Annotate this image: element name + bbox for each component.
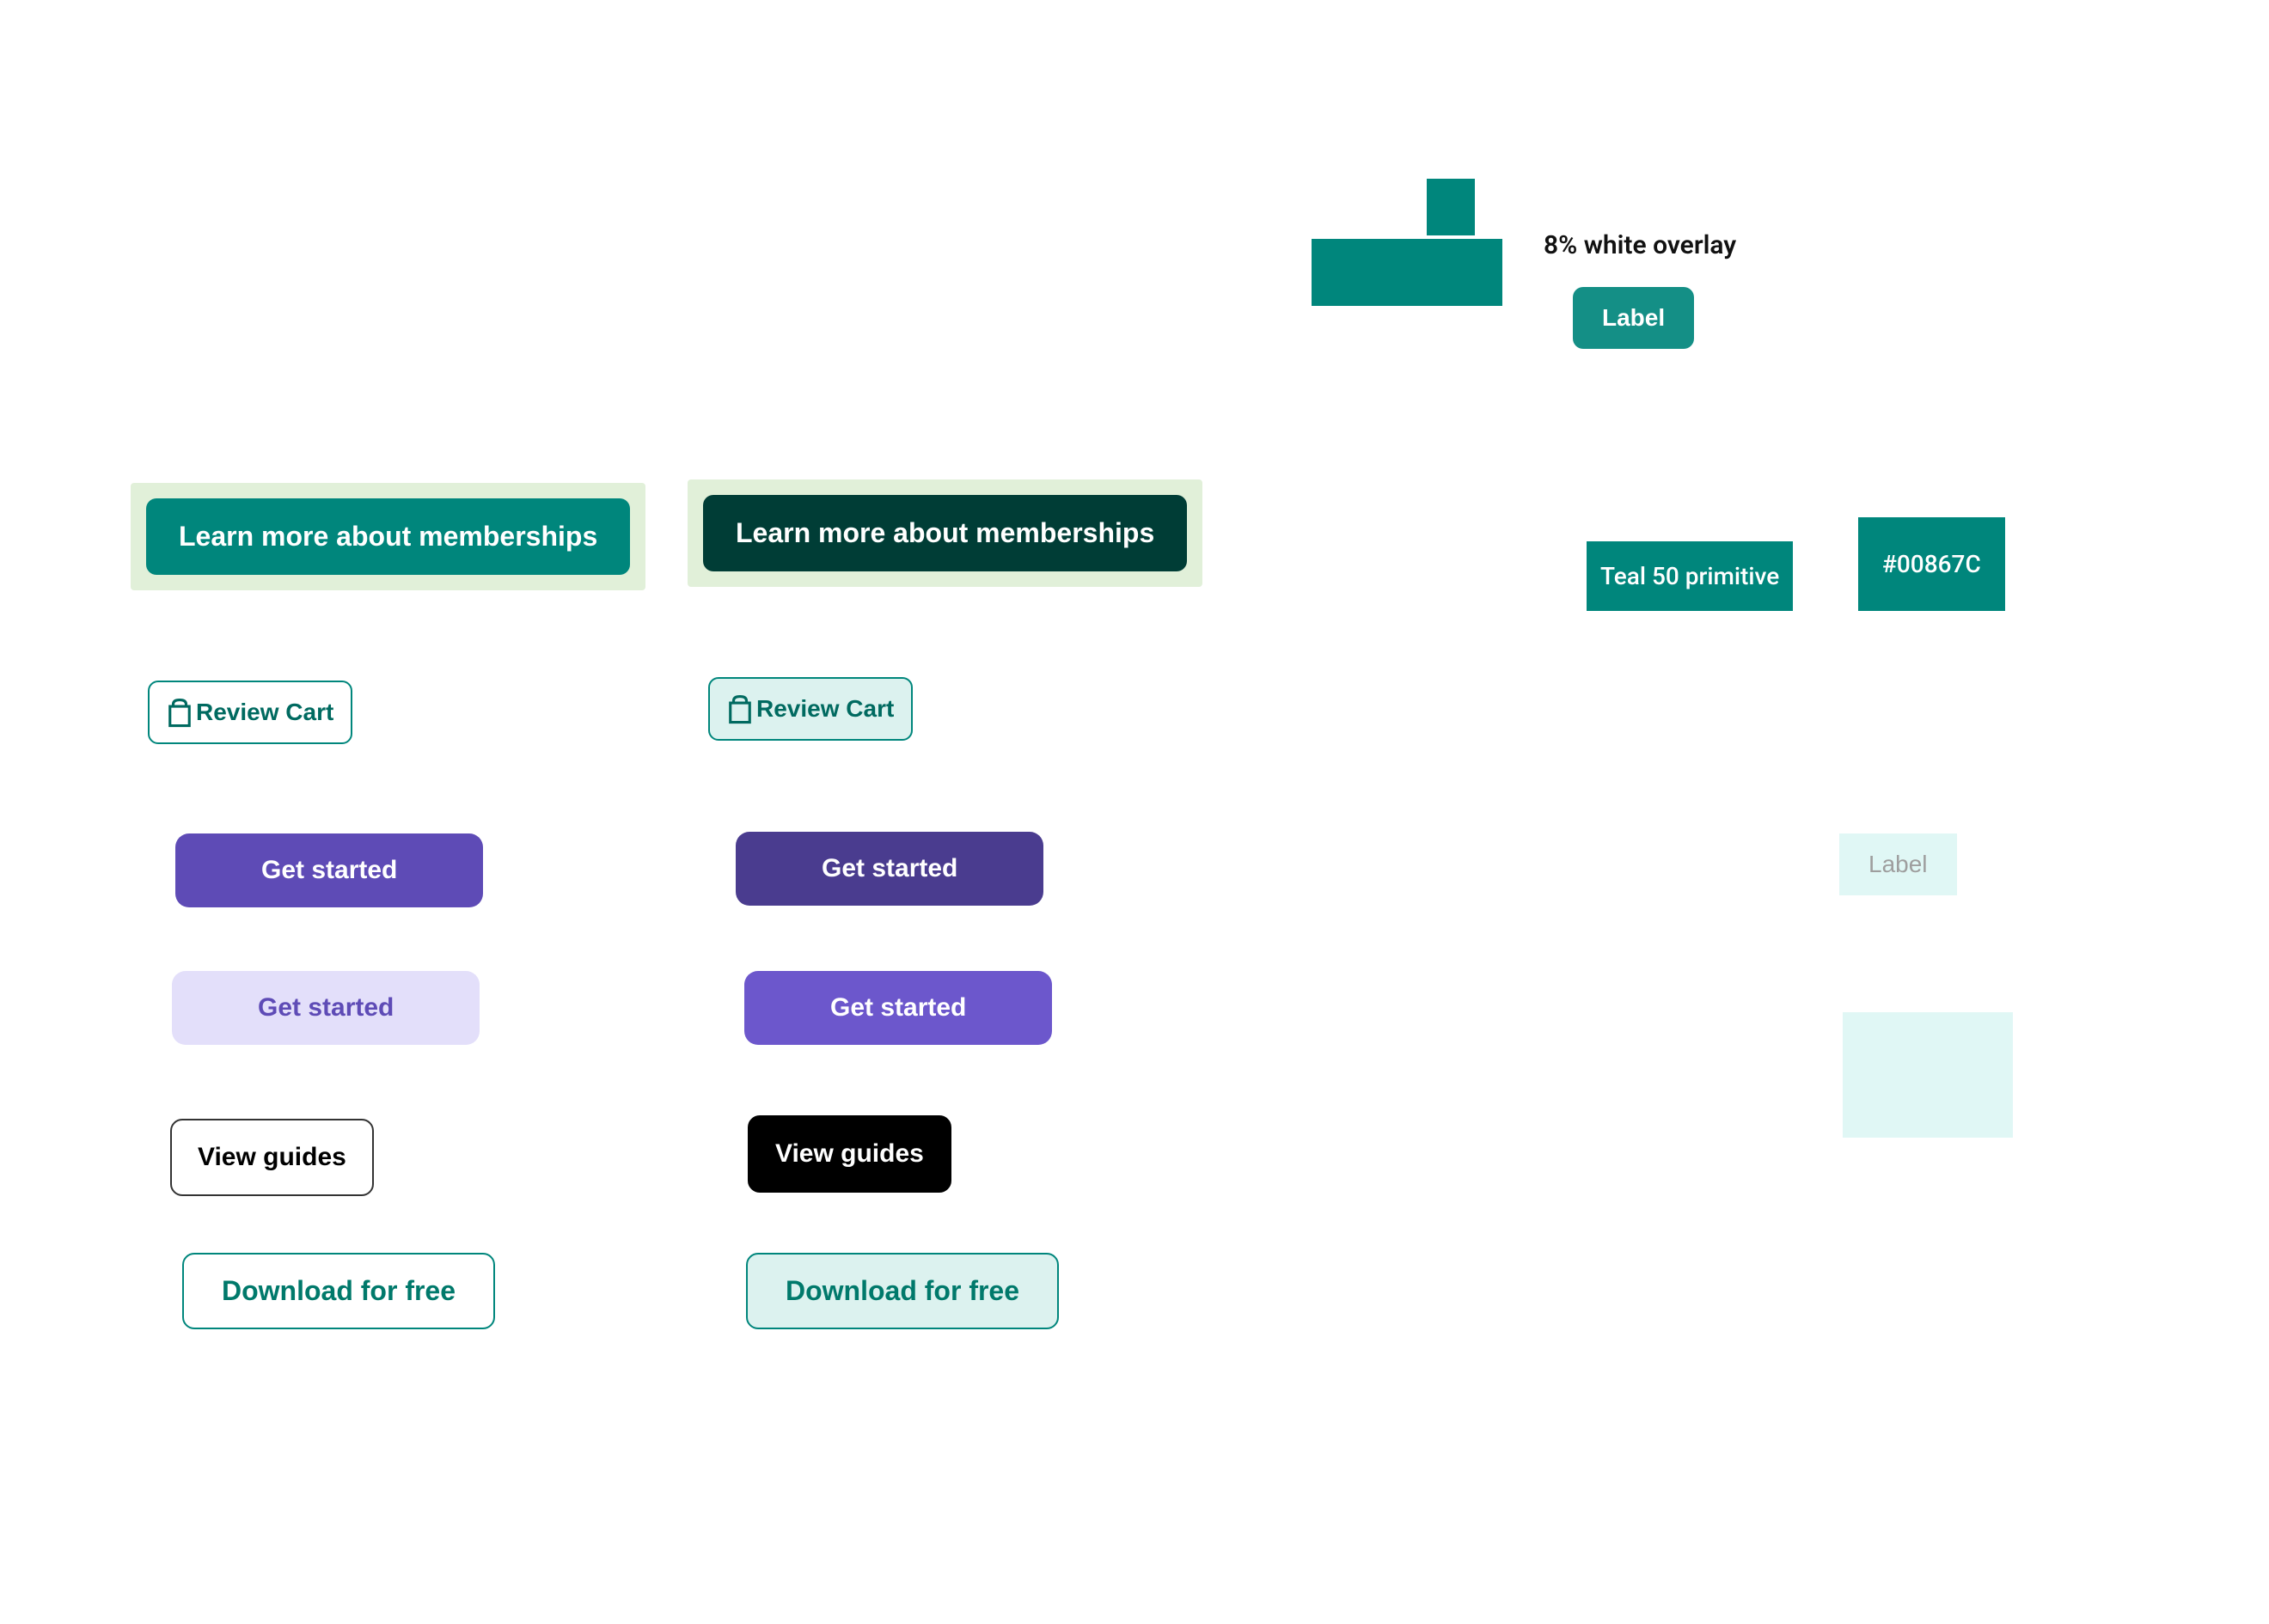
download-free-button[interactable]: Download for free — [182, 1253, 495, 1329]
learn-memberships-button[interactable]: Learn more about memberships — [146, 498, 630, 575]
view-guides-button[interactable]: View guides — [170, 1119, 374, 1196]
view-guides-button-hover[interactable]: View guides — [748, 1115, 951, 1193]
download-free-button-hover[interactable]: Download for free — [746, 1253, 1059, 1329]
get-started-secondary-hover[interactable]: Get started — [744, 971, 1052, 1045]
pale-teal-swatch — [1843, 1012, 2013, 1138]
disabled-label-button: Label — [1839, 833, 1957, 895]
teal-swatch-wide — [1312, 239, 1502, 306]
hex-swatch: #00867C — [1858, 517, 2005, 611]
membership-container-hover: Learn more about memberships — [688, 479, 1202, 587]
review-cart-label: Review Cart — [196, 699, 333, 726]
review-cart-button-hover[interactable]: Review Cart — [708, 677, 913, 741]
shopping-bag-icon — [727, 694, 753, 723]
membership-container-default: Learn more about memberships — [131, 483, 645, 590]
get-started-primary-hover[interactable]: Get started — [736, 832, 1043, 906]
review-cart-label: Review Cart — [756, 695, 894, 723]
get-started-primary[interactable]: Get started — [175, 833, 483, 907]
learn-memberships-button-hover[interactable]: Learn more about memberships — [703, 495, 1187, 571]
overlay-description: 8% white overlay — [1544, 230, 1736, 260]
teal-primitive-swatch: Teal 50 primitive — [1587, 541, 1793, 611]
shopping-bag-icon — [167, 698, 193, 727]
get-started-secondary[interactable]: Get started — [172, 971, 480, 1045]
teal-swatch-small — [1427, 179, 1475, 235]
review-cart-button[interactable]: Review Cart — [148, 681, 352, 744]
label-button-overlay[interactable]: Label — [1573, 287, 1694, 349]
